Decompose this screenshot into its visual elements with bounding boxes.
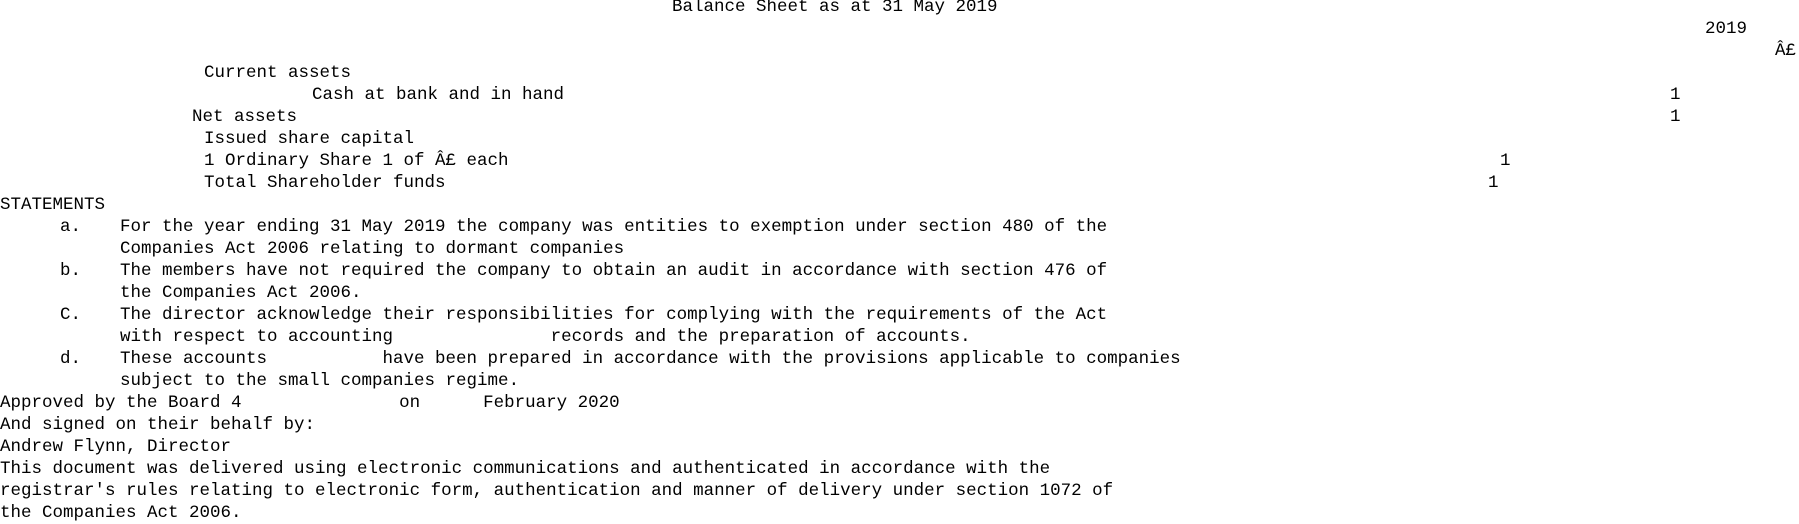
statement-marker: d. [60,349,82,369]
ordinary-share-label: 1 Ordinary Share 1 of Â£ each [204,151,509,171]
net-assets-label: Net assets [192,107,298,127]
currency-column-header: Â£ [1775,41,1797,61]
ordinary-share-value: 1 [1500,151,1511,171]
statement-line: with respect to accounting records and t… [120,327,971,347]
delivery-notice-line: registrar's rules relating to electronic… [0,481,1114,501]
cash-at-bank-value: 1 [1670,85,1681,105]
statement-marker: a. [60,217,82,237]
total-shareholder-funds-label: Total Shareholder funds [204,173,446,193]
statement-line: These accounts have been prepared in acc… [120,349,1181,369]
issued-share-capital-label: Issued share capital [204,129,415,149]
delivery-notice-line: This document was delivered using electr… [0,459,1051,479]
statement-line: Companies Act 2006 relating to dormant c… [120,239,625,259]
year-column-header: 2019 [1705,19,1748,39]
approval-date-line: Approved by the Board 4 on February 2020 [0,393,620,413]
cash-at-bank-label: Cash at bank and in hand [312,85,565,105]
total-shareholder-funds-value: 1 [1488,173,1499,193]
statement-line: The director acknowledge their responsib… [120,305,1108,325]
net-assets-value: 1 [1670,107,1681,127]
statement-line: the Companies Act 2006. [120,283,362,303]
delivery-notice-line: the Companies Act 2006. [0,503,242,523]
signatory-name: Andrew Flynn, Director [0,437,232,457]
signed-on-behalf-line: And signed on their behalf by: [0,415,316,435]
statement-line: subject to the small companies regime. [120,371,520,391]
document-title: Balance Sheet as at 31 May 2019 [672,0,998,17]
statement-line: The members have not required the compan… [120,261,1108,281]
statement-line: For the year ending 31 May 2019 the comp… [120,217,1108,237]
statement-marker: C. [60,305,82,325]
current-assets-label: Current assets [204,63,352,83]
statement-marker: b. [60,261,82,281]
statements-heading: STATEMENTS [0,195,106,215]
